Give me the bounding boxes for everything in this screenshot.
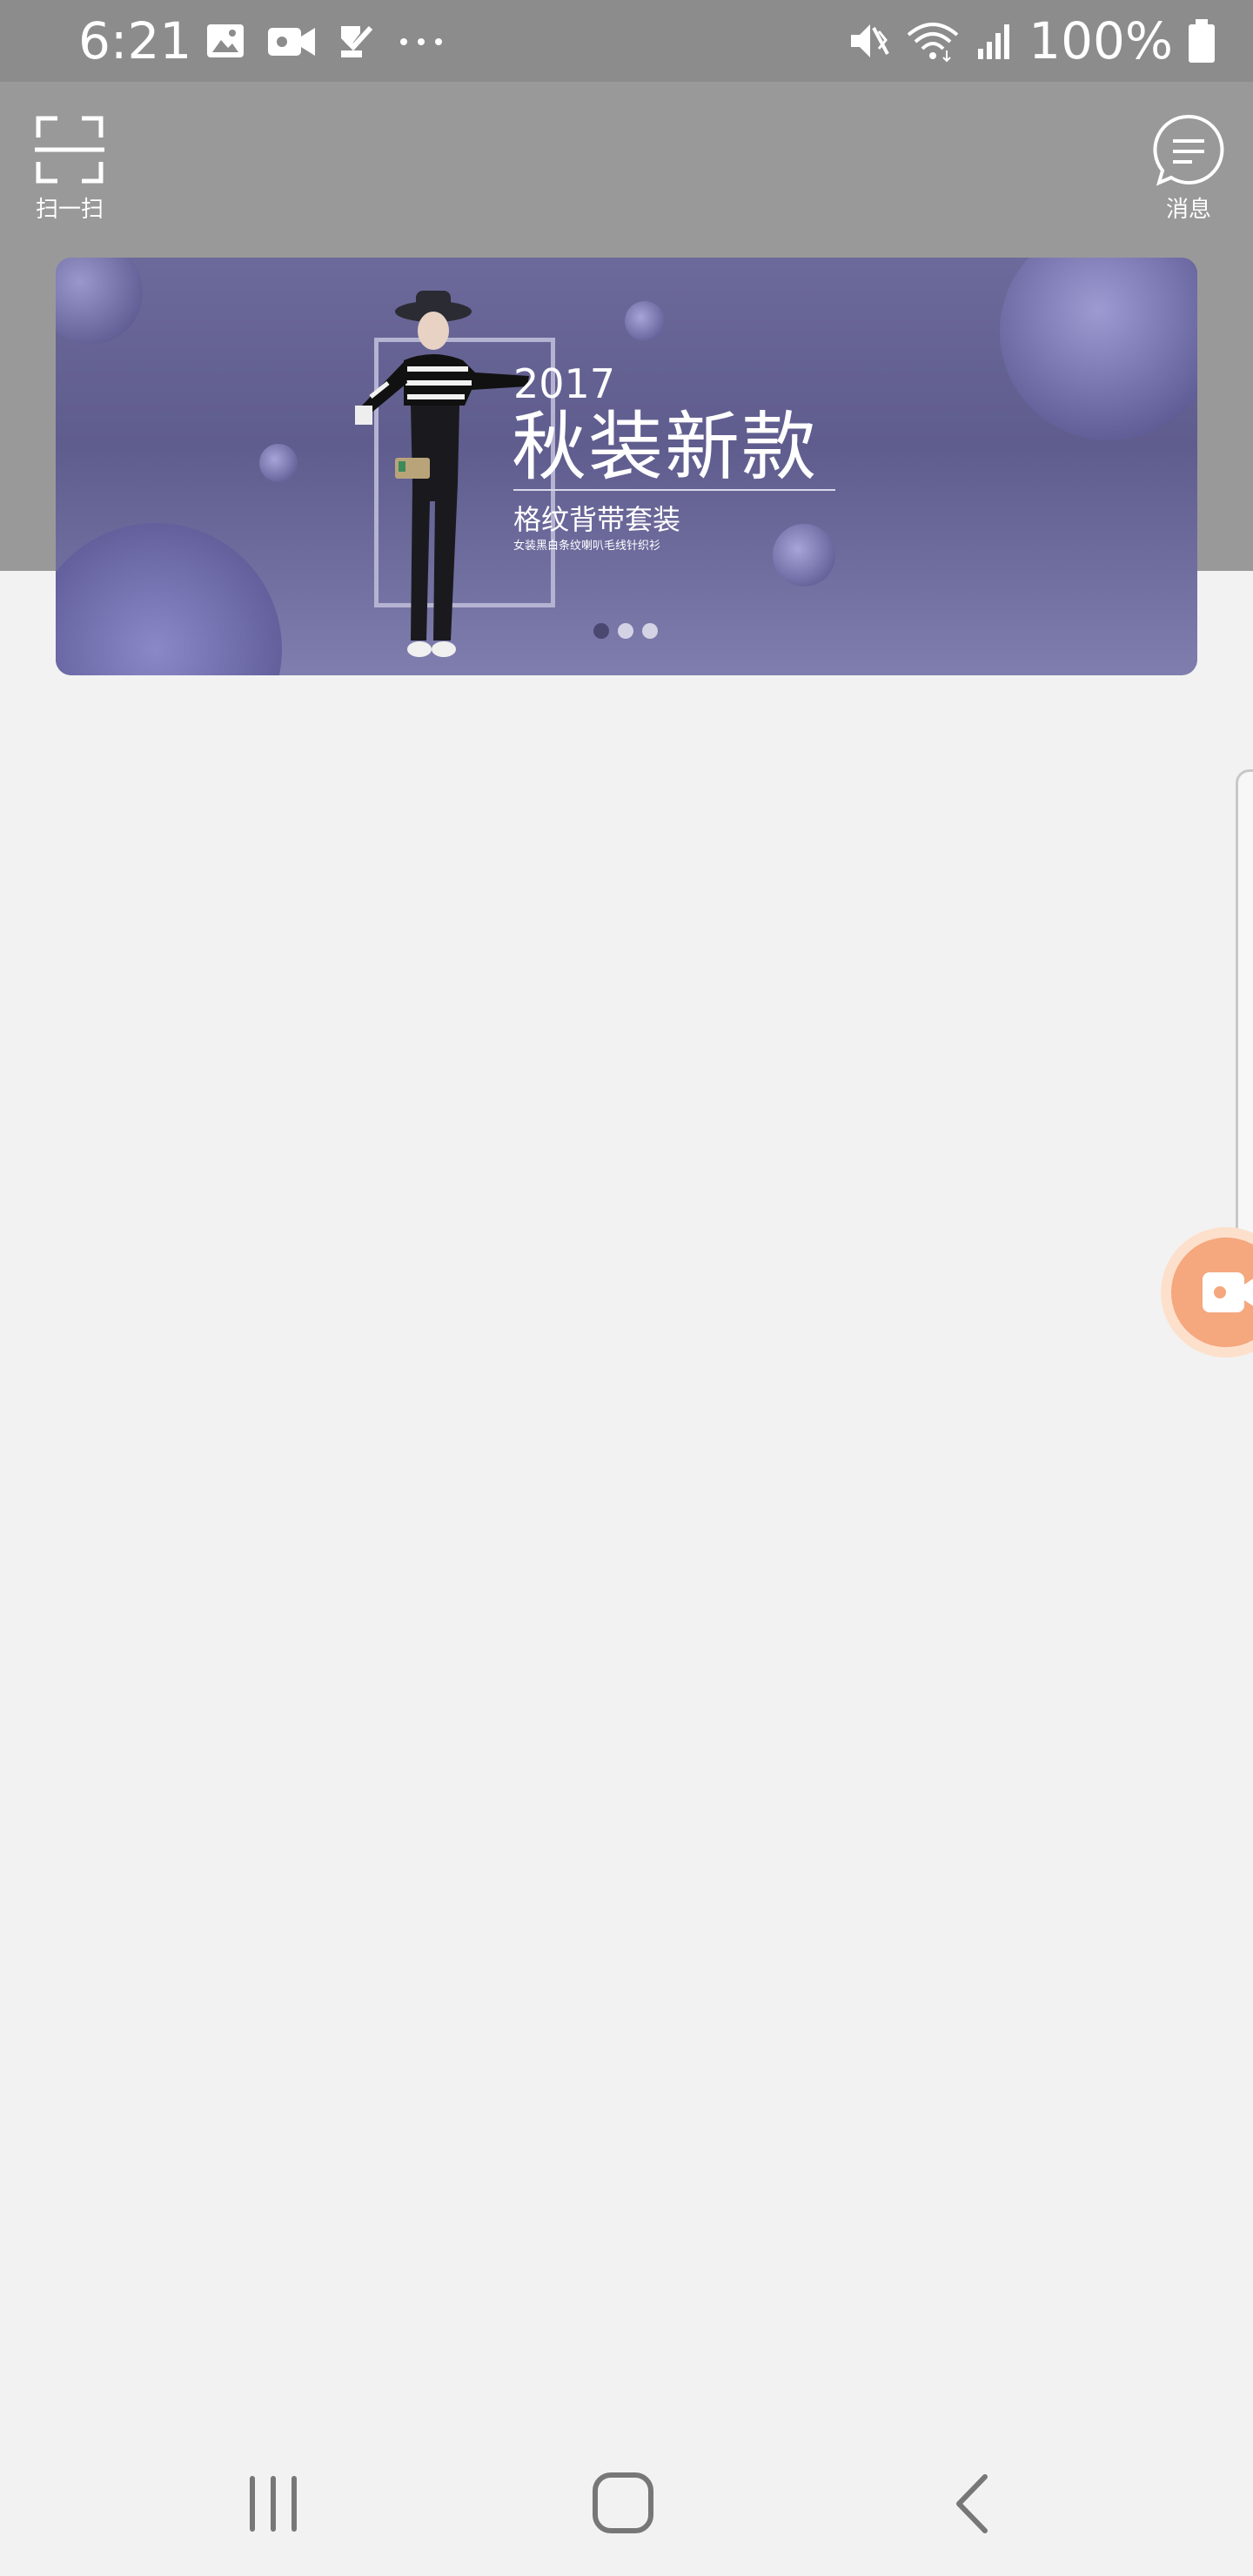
edge-panel-handle[interactable]	[1236, 769, 1253, 1253]
back-icon[interactable]	[935, 2465, 1013, 2543]
scan-button[interactable]: 扫一扫	[26, 113, 113, 226]
status-notification-icons	[205, 19, 446, 63]
floating-record-button[interactable]	[1161, 1227, 1253, 1358]
carousel-dot[interactable]	[593, 623, 609, 639]
image-icon	[207, 24, 244, 57]
banner-subtitle: 格纹背带套装	[513, 503, 681, 536]
banner-small-text: 女装黑白条纹喇叭毛线针织衫	[513, 540, 661, 553]
banner-carousel[interactable]: 2017 秋装新款 格纹背带套装 女装黑白条纹喇叭毛线针织衫	[56, 258, 1197, 675]
message-icon	[1153, 114, 1224, 186]
scan-icon	[35, 116, 104, 184]
decor-orb	[56, 523, 282, 675]
battery-percentage: 100%	[1029, 11, 1173, 70]
recents-icon[interactable]	[235, 2465, 313, 2543]
battery-icon	[1189, 19, 1215, 63]
decor-orb	[1000, 258, 1197, 440]
mute-icon	[851, 24, 889, 57]
decor-orb	[625, 301, 665, 341]
decor-orb	[259, 444, 298, 482]
navigation-bar	[0, 2430, 1253, 2576]
camera-record-icon	[1203, 1272, 1253, 1312]
more-dots-icon	[400, 38, 442, 45]
model-figure-image	[355, 291, 529, 657]
home-icon[interactable]	[585, 2465, 663, 2543]
carousel-indicator	[593, 623, 658, 639]
check-icon	[341, 25, 373, 57]
decor-orb	[56, 258, 143, 345]
wifi-icon	[907, 23, 959, 63]
status-right-group: 100%	[848, 9, 1216, 73]
status-bar: 6:21 100%	[0, 0, 1253, 82]
banner-title: 秋装新款	[512, 404, 818, 491]
signal-icon	[978, 24, 1010, 59]
status-time: 6:21	[78, 11, 192, 70]
scan-label: 扫一扫	[35, 197, 104, 223]
video-icon	[268, 28, 315, 56]
message-button[interactable]: 消息	[1145, 113, 1232, 226]
carousel-dot[interactable]	[642, 623, 658, 639]
carousel-dot[interactable]	[618, 623, 633, 639]
banner-year: 2017	[513, 360, 616, 407]
message-label: 消息	[1165, 197, 1211, 223]
banner-divider	[513, 489, 835, 491]
decor-orb	[773, 524, 835, 587]
